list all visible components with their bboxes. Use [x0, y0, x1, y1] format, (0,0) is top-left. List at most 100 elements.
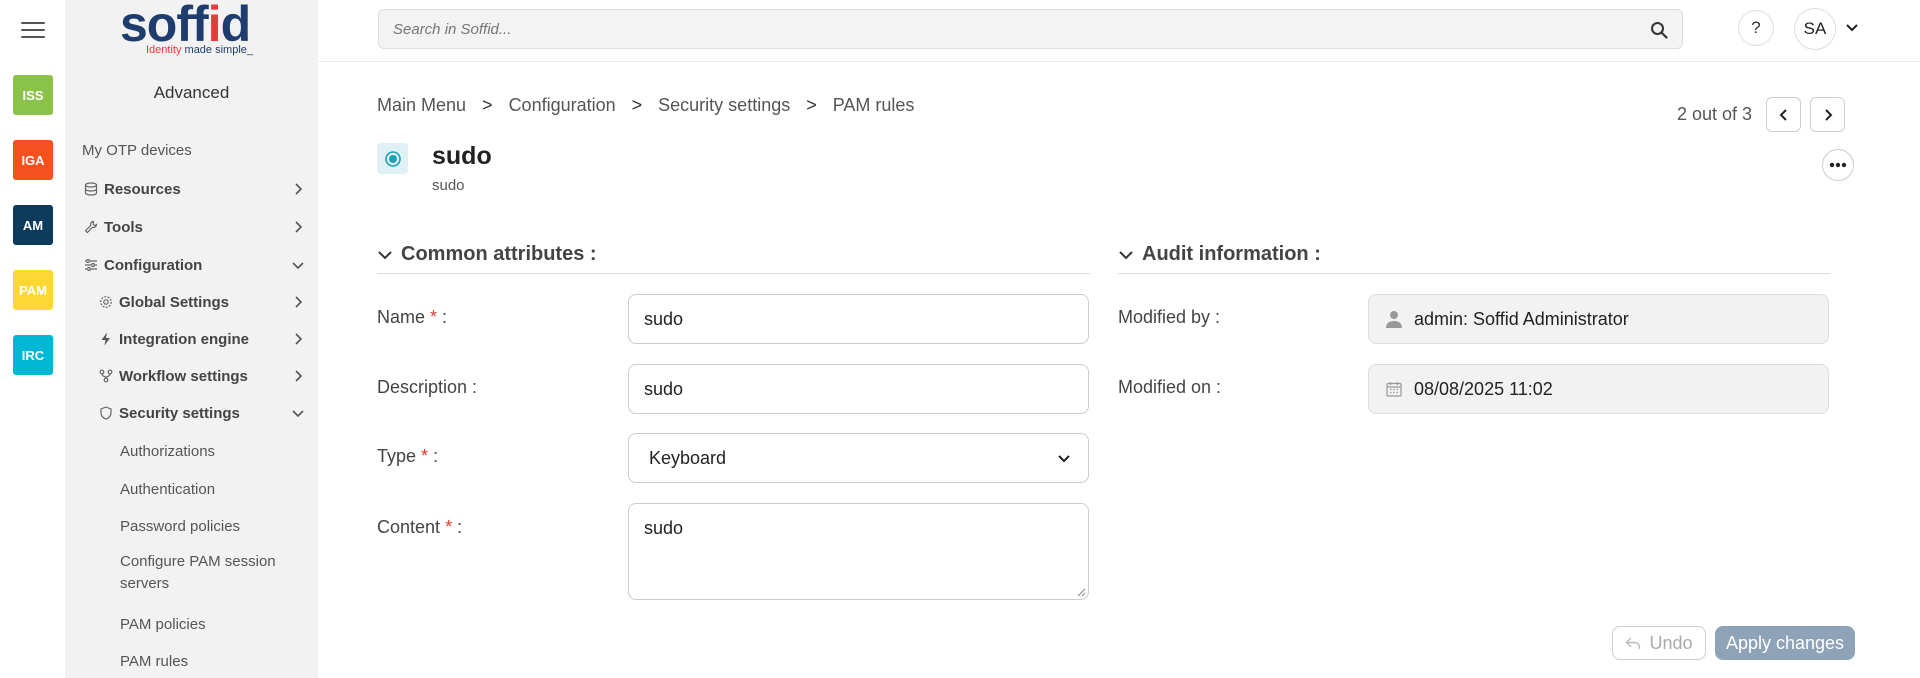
resize-handle-icon[interactable] [1077, 588, 1086, 597]
gear-icon [97, 293, 115, 311]
sidebar-item-authentication[interactable]: Authentication [65, 474, 318, 504]
undo-icon [1625, 637, 1641, 649]
page-title: sudo [432, 142, 492, 170]
database-icon [82, 180, 100, 198]
breadcrumb-separator: > [631, 95, 643, 115]
sidebar-item-security-settings[interactable]: Security settings [65, 398, 318, 428]
type-label: Type * : [377, 446, 439, 466]
sliders-icon [82, 256, 100, 274]
sidebar-section-title: Advanced [153, 83, 230, 102]
chevron-down-icon [378, 250, 392, 259]
app-tile-iga[interactable]: IGA [13, 140, 53, 180]
chevron-down-icon [1058, 455, 1070, 463]
chevron-right-icon [295, 333, 303, 345]
breadcrumb: Main Menu > Configuration > Security set… [377, 95, 914, 116]
ellipsis-icon [1829, 162, 1847, 168]
undo-button[interactable]: Undo [1612, 626, 1706, 660]
sidebar-item-authorizations[interactable]: Authorizations [65, 436, 318, 466]
breadcrumb-pam-rules[interactable]: PAM rules [833, 95, 915, 116]
content-textarea[interactable]: sudo [628, 503, 1089, 600]
search-box [378, 9, 1683, 49]
breadcrumb-security-settings[interactable]: Security settings [658, 95, 790, 116]
sidebar-item-label: My OTP devices [82, 141, 192, 159]
chevron-right-icon [295, 183, 303, 195]
breadcrumb-configuration[interactable]: Configuration [509, 95, 616, 116]
soffid-logo[interactable]: soffid Identity made simple_ [120, 0, 270, 64]
sidebar-item-password-policies[interactable]: Password policies [65, 511, 318, 541]
breadcrumb-separator: > [482, 95, 493, 115]
modified-on-label: Modified on : [1118, 377, 1222, 397]
breadcrumb-main-menu[interactable]: Main Menu [377, 95, 466, 116]
sidebar-item-label: Tools [104, 218, 143, 236]
sidebar-item-label: Authorizations [120, 442, 216, 460]
type-select[interactable]: Keyboard [628, 433, 1089, 483]
sidebar-item-pam-policies[interactable]: PAM policies [65, 609, 318, 639]
pager-position: 2 out of 3 [1677, 104, 1753, 124]
sidebar-item-label: Resources [104, 180, 181, 198]
chevron-right-icon [295, 296, 303, 308]
common-attributes-header[interactable]: Common attributes : [377, 236, 1090, 274]
sidebar-item-label: PAM policies [120, 615, 206, 633]
sidebar-item-label: Global Settings [119, 293, 230, 311]
page-subtitle: sudo [432, 177, 465, 194]
sidebar-item-integration-engine[interactable]: Integration engine [65, 324, 318, 354]
sidebar-item-label: Configure PAM session servers [120, 553, 276, 592]
chevron-down-icon [1119, 250, 1133, 259]
sidebar-item-configuration[interactable]: Configuration [65, 250, 318, 280]
bolt-icon [97, 330, 115, 348]
wrench-icon [82, 218, 100, 236]
modified-by-field: admin: Soffid Administrator [1368, 294, 1829, 344]
app-rail: ISS IGA AM PAM IRC [0, 0, 65, 678]
sidebar-item-label: Integration engine [119, 330, 250, 348]
content-label: Content * : [377, 517, 463, 537]
audit-information-header[interactable]: Audit information : [1118, 236, 1830, 274]
breadcrumb-separator: > [806, 95, 817, 115]
sidebar-item-resources[interactable]: Resources [65, 174, 318, 204]
chevron-right-icon [295, 370, 303, 382]
hamburger-menu-icon[interactable] [21, 22, 45, 40]
apply-changes-button[interactable]: Apply changes [1715, 626, 1855, 660]
app-tile-pam[interactable]: PAM [13, 270, 53, 310]
chevron-down-icon [292, 410, 304, 418]
sidebar-item-pam-rules[interactable]: PAM rules [65, 646, 318, 676]
app-tile-am[interactable]: AM [13, 205, 53, 245]
chevron-left-icon [1779, 108, 1787, 121]
sidebar-item-my-otp-devices[interactable]: My OTP devices [65, 135, 318, 165]
previous-record-button[interactable] [1766, 97, 1801, 132]
description-label: Description : [377, 377, 478, 397]
sidebar-item-workflow-settings[interactable]: Workflow settings [65, 361, 318, 391]
app-tile-iss[interactable]: ISS [13, 75, 53, 115]
help-button[interactable]: ? [1738, 10, 1774, 46]
workflow-icon [97, 367, 115, 385]
modified-by-label: Modified by : [1118, 307, 1221, 327]
sidebar-item-label: Workflow settings [119, 367, 248, 385]
search-input[interactable] [379, 10, 1619, 48]
app-tile-irc[interactable]: IRC [13, 335, 53, 375]
name-label: Name * : [377, 307, 448, 327]
modified-on-field: 08/08/2025 11:02 [1368, 364, 1829, 414]
sidebar-item-global-settings[interactable]: Global Settings [65, 287, 318, 317]
user-icon [1386, 310, 1402, 328]
description-field[interactable]: sudo [628, 364, 1089, 414]
chevron-down-icon[interactable] [1844, 20, 1860, 36]
more-options-button[interactable] [1822, 149, 1854, 181]
sidebar-item-label: Configuration [104, 256, 203, 274]
user-avatar[interactable]: SA [1794, 8, 1836, 50]
sidebar-item-label: Authentication [120, 480, 216, 498]
sidebar-item-pam-session-servers[interactable]: Configure PAM session servers [65, 550, 318, 596]
next-record-button[interactable] [1810, 97, 1845, 132]
chevron-down-icon [292, 262, 304, 270]
sidebar-item-label: PAM rules [120, 652, 189, 670]
shield-icon [97, 404, 115, 422]
top-bar: ? SA [318, 0, 1920, 62]
sidebar-item-tools[interactable]: Tools [65, 212, 318, 242]
calendar-icon [1386, 381, 1402, 397]
chevron-right-icon [1824, 108, 1832, 121]
sidebar: soffid Identity made simple_ Advanced My… [65, 0, 318, 678]
name-field[interactable]: sudo [628, 294, 1089, 344]
sidebar-item-label: Security settings [119, 404, 240, 422]
sidebar-item-label: Password policies [120, 517, 241, 535]
search-icon[interactable] [1650, 21, 1668, 39]
chevron-right-icon [295, 221, 303, 233]
pam-rule-icon [377, 143, 408, 174]
